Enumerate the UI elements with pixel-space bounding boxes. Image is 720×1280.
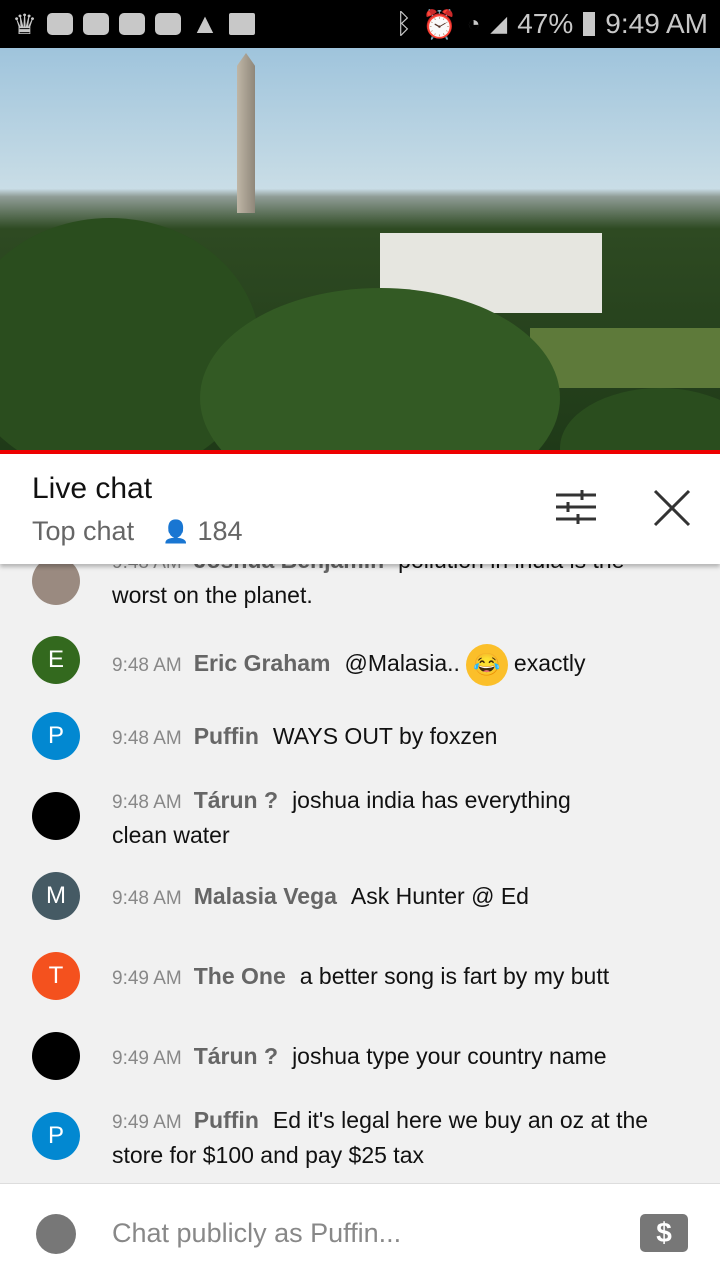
message-text: Ed it's legal here we buy an oz at the s… — [112, 1107, 649, 1168]
person-icon: 👤 — [162, 518, 190, 544]
message-text: WAYS OUT by foxzen — [272, 723, 498, 749]
avatar — [32, 557, 80, 605]
alarm-icon: ⏰ — [422, 8, 457, 40]
message-author: Puffin — [193, 723, 259, 749]
avatar — [32, 792, 80, 840]
message-text: exactly — [513, 650, 586, 677]
message-author: Malasia Vega — [193, 883, 337, 909]
message-time: 9:48 AM — [112, 888, 182, 909]
image-icon — [228, 13, 255, 35]
video-frame-monument — [237, 53, 255, 213]
avatar: M — [32, 872, 80, 920]
status-bar: ♛ ▲ ᛒ ⏰ ◔ ◢ 47% 9:49 AM — [0, 0, 720, 48]
chat-title: Live chat — [32, 472, 153, 505]
chat-input[interactable]: Chat publicly as Puffin... — [112, 1218, 401, 1249]
message-text: @Malasia.. — [344, 650, 460, 677]
video-frame-tree — [560, 388, 720, 450]
youtube-icon — [83, 13, 110, 35]
crown-icon: ♛ — [12, 8, 38, 40]
battery-level: 47% — [517, 8, 574, 39]
video-player[interactable] — [0, 48, 720, 450]
message-time: 9:49 AM — [112, 968, 182, 989]
message-time: 9:48 AM — [112, 655, 182, 677]
chat-input-bar: Chat publicly as Puffin... $ — [0, 1183, 720, 1280]
bluetooth-icon: ᛒ — [395, 8, 413, 39]
message-author: Puffin — [193, 1107, 259, 1133]
viewer-count: 184 — [197, 516, 243, 546]
close-icon[interactable] — [652, 488, 692, 528]
message-author: Eric Graham — [193, 650, 331, 677]
emoji-icon[interactable] — [36, 1214, 76, 1254]
message-text: joshua type your country name — [292, 1043, 607, 1069]
clock: 9:49 AM — [605, 8, 708, 39]
avatar: E — [32, 636, 80, 684]
message-text: a better song is fart by my butt — [299, 963, 610, 989]
message-time: 9:48 AM — [112, 792, 182, 813]
avatar — [32, 1032, 80, 1080]
youtube-icon — [119, 13, 146, 35]
message-text: Ask Hunter @ Ed — [350, 883, 529, 909]
message-time: 9:49 AM — [112, 1112, 182, 1133]
message-author: The One — [193, 963, 286, 989]
wifi-icon: ◔ — [467, 11, 481, 36]
warning-icon: ▲ — [191, 8, 219, 39]
top-chat-dropdown[interactable]: Top chat — [32, 516, 134, 547]
battery-icon — [583, 12, 596, 36]
signal-icon: ◢ — [490, 11, 508, 36]
app-m-icon — [47, 13, 74, 35]
rolling-laughing-emoji-icon: 😂 — [465, 644, 508, 686]
live-chat-header: Live chat Top chat 👤 184 — [0, 454, 720, 564]
avatar: T — [32, 952, 80, 1000]
filter-icon[interactable] — [556, 490, 596, 524]
message-author: Tárun ? — [193, 1043, 279, 1069]
avatar: P — [32, 712, 80, 760]
message-author: Tárun ? — [193, 787, 279, 813]
video-frame-lawn — [530, 328, 720, 388]
folder-icon — [155, 13, 182, 35]
message-time: 9:49 AM — [112, 1048, 182, 1069]
chat-list[interactable]: 9:48 AMJoshua Benjaminpollution in india… — [0, 540, 720, 1183]
message-time: 9:48 AM — [112, 728, 182, 749]
avatar: P — [32, 1112, 80, 1160]
super-chat-icon[interactable]: $ — [640, 1214, 688, 1252]
